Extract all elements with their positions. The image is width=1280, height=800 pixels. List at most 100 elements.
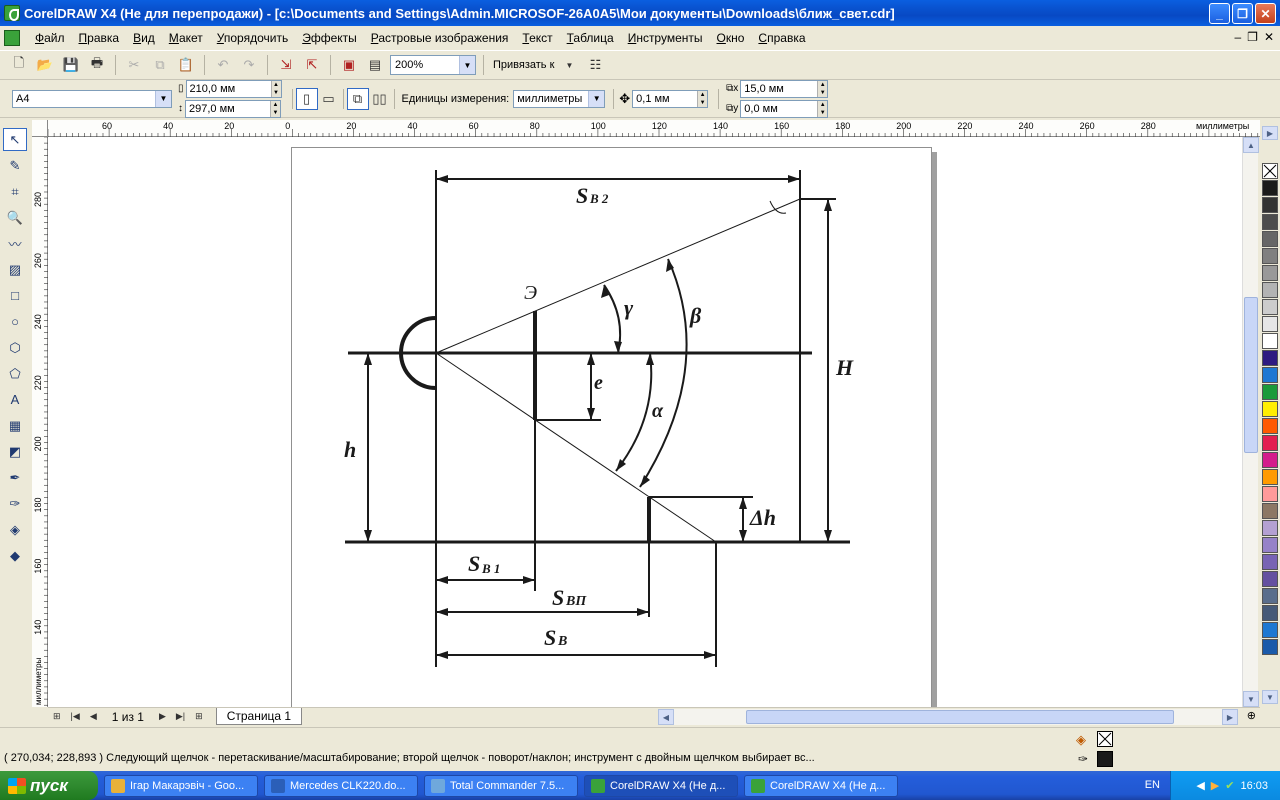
- horizontal-ruler[interactable]: 60 40 20 0 20 40 60 80 100 120 140 160 180 200 220 240 2…: [47, 120, 1260, 137]
- add-page-after-icon[interactable]: ⊞: [190, 711, 208, 722]
- task-word[interactable]: Mercedes CLK220.do...: [264, 774, 418, 797]
- redo-icon[interactable]: ↷: [238, 54, 260, 76]
- smart-fill-tool-icon[interactable]: ▨: [3, 258, 27, 281]
- start-button[interactable]: пуск: [0, 771, 98, 800]
- doc-minimize-icon[interactable]: –: [1234, 30, 1241, 44]
- rectangle-tool-icon[interactable]: □: [3, 284, 27, 307]
- scroll-left-icon[interactable]: ◀: [658, 709, 674, 725]
- basic-shapes-tool-icon[interactable]: ⬠: [3, 362, 27, 385]
- palette-swatch[interactable]: [1262, 333, 1278, 349]
- palette-swatch[interactable]: [1262, 299, 1278, 315]
- palette-swatch[interactable]: [1262, 639, 1278, 655]
- menu-arrange[interactable]: Упорядочить: [210, 31, 295, 45]
- duplicate-distance-x-field[interactable]: 15,0 мм ▲ ▼: [740, 79, 829, 98]
- nudge-distance-field[interactable]: 0,1 мм ▲ ▼: [632, 89, 709, 108]
- page-width-field[interactable]: 210,0 мм ▲ ▼: [185, 79, 282, 98]
- current-page-button[interactable]: ▯▯: [369, 88, 391, 110]
- palette-swatch[interactable]: [1262, 605, 1278, 621]
- zoom-level-dropdown[interactable]: 200% ▼: [390, 55, 476, 75]
- zoom-tool-icon[interactable]: 🔍: [3, 206, 27, 229]
- menu-help[interactable]: Справка: [751, 31, 812, 45]
- cut-icon[interactable]: ✂: [123, 54, 145, 76]
- horizontal-scrollbar[interactable]: ◀ ▶: [658, 709, 1238, 725]
- palette-swatch[interactable]: [1262, 588, 1278, 604]
- check-icon[interactable]: ✔: [1225, 779, 1234, 792]
- palette-swatch[interactable]: [1262, 503, 1278, 519]
- task-coreldraw[interactable]: CorelDRAW X4 (Не д...: [744, 774, 898, 797]
- palette-swatch[interactable]: [1262, 622, 1278, 638]
- scroll-right-icon[interactable]: ▶: [1222, 709, 1238, 725]
- fill-indicator-icon[interactable]: ◈: [1076, 732, 1086, 748]
- palette-swatch[interactable]: [1262, 520, 1278, 536]
- menu-file[interactable]: Файл: [28, 31, 72, 45]
- palette-swatch[interactable]: [1262, 486, 1278, 502]
- portrait-button[interactable]: ▯: [295, 87, 318, 110]
- crop-tool-icon[interactable]: ⌗: [3, 180, 27, 203]
- last-page-icon[interactable]: ▶|: [171, 711, 190, 722]
- options-icon[interactable]: ☷: [584, 54, 606, 76]
- no-color-swatch[interactable]: [1262, 163, 1278, 179]
- new-document-icon[interactable]: 🗋: [8, 54, 30, 76]
- drawing-canvas[interactable]: S В 2 Э γ β H h e α Δh S В 1 S ВП S В: [48, 137, 1242, 707]
- menu-effects[interactable]: Эффекты: [295, 31, 364, 45]
- chevron-down-icon[interactable]: ▼: [459, 56, 475, 74]
- outline-color-swatch[interactable]: [1097, 751, 1113, 767]
- pick-tool-icon[interactable]: ↖: [3, 128, 27, 151]
- freehand-tool-icon[interactable]: 〰: [3, 232, 27, 255]
- export-icon[interactable]: ⇱: [301, 54, 323, 76]
- menu-view[interactable]: Вид: [126, 31, 162, 45]
- palette-swatch[interactable]: [1262, 367, 1278, 383]
- save-icon[interactable]: 💾: [60, 54, 82, 76]
- next-page-icon[interactable]: ▶: [154, 711, 171, 722]
- horizontal-scroll-thumb[interactable]: [746, 710, 1174, 724]
- outline-indicator-icon[interactable]: ✑: [1078, 752, 1088, 766]
- shape-tool-icon[interactable]: ✎: [3, 154, 27, 177]
- add-page-before-icon[interactable]: ⊞: [48, 711, 66, 722]
- open-icon[interactable]: 📂: [34, 54, 56, 76]
- palette-swatch[interactable]: [1262, 469, 1278, 485]
- minimize-button[interactable]: _: [1209, 3, 1230, 24]
- menu-window[interactable]: Окно: [710, 31, 752, 45]
- palette-swatch[interactable]: [1262, 197, 1278, 213]
- undo-icon[interactable]: ↶: [212, 54, 234, 76]
- landscape-button[interactable]: ▭: [318, 88, 340, 110]
- palette-swatch[interactable]: [1262, 248, 1278, 264]
- vertical-scroll-thumb[interactable]: [1244, 297, 1258, 453]
- interactive-blend-tool-icon[interactable]: ◩: [3, 440, 27, 463]
- chevron-down-icon[interactable]: ▼: [588, 90, 605, 107]
- menu-edit[interactable]: Правка: [72, 31, 127, 45]
- media-icon[interactable]: ▶: [1211, 779, 1219, 792]
- polygon-tool-icon[interactable]: ⬡: [3, 336, 27, 359]
- table-tool-icon[interactable]: ▦: [3, 414, 27, 437]
- all-pages-button[interactable]: ⧉: [346, 87, 369, 110]
- outline-tool-icon[interactable]: ✑: [3, 492, 27, 515]
- palette-scroll-down-icon[interactable]: ▼: [1262, 690, 1278, 704]
- paper-size-dropdown[interactable]: A4 ▼: [12, 89, 172, 108]
- eyedropper-tool-icon[interactable]: ✒: [3, 466, 27, 489]
- palette-swatch[interactable]: [1262, 435, 1278, 451]
- vertical-scrollbar[interactable]: ▲ ▼: [1242, 137, 1259, 707]
- palette-swatch[interactable]: [1262, 316, 1278, 332]
- page-height-field[interactable]: 297,0 мм ▲ ▼: [185, 99, 281, 118]
- chevron-down-icon[interactable]: ▼: [155, 90, 171, 107]
- copy-icon[interactable]: ⧉: [149, 54, 171, 76]
- menu-layout[interactable]: Макет: [162, 31, 210, 45]
- palette-swatch[interactable]: [1262, 231, 1278, 247]
- palette-swatch[interactable]: [1262, 282, 1278, 298]
- palette-swatch[interactable]: [1262, 418, 1278, 434]
- palette-swatch[interactable]: [1262, 350, 1278, 366]
- tab-page-1[interactable]: Страница 1: [215, 708, 303, 725]
- application-launcher-icon[interactable]: ▣: [338, 54, 360, 76]
- restore-button[interactable]: ❐: [1232, 3, 1253, 24]
- task-total-commander[interactable]: Total Commander 7.5...: [424, 774, 578, 797]
- palette-swatch[interactable]: [1262, 401, 1278, 417]
- palette-swatch[interactable]: [1262, 214, 1278, 230]
- navigator-icon[interactable]: ⊕: [1247, 709, 1256, 722]
- document-icon[interactable]: [4, 30, 20, 46]
- palette-swatch[interactable]: [1262, 384, 1278, 400]
- back-arrow-icon[interactable]: ◀: [1196, 779, 1204, 792]
- menu-table[interactable]: Таблица: [560, 31, 621, 45]
- previous-page-icon[interactable]: ◀: [85, 711, 102, 722]
- welcome-screen-icon[interactable]: ▤: [364, 54, 386, 76]
- interactive-fill-tool-icon[interactable]: ◆: [3, 544, 27, 567]
